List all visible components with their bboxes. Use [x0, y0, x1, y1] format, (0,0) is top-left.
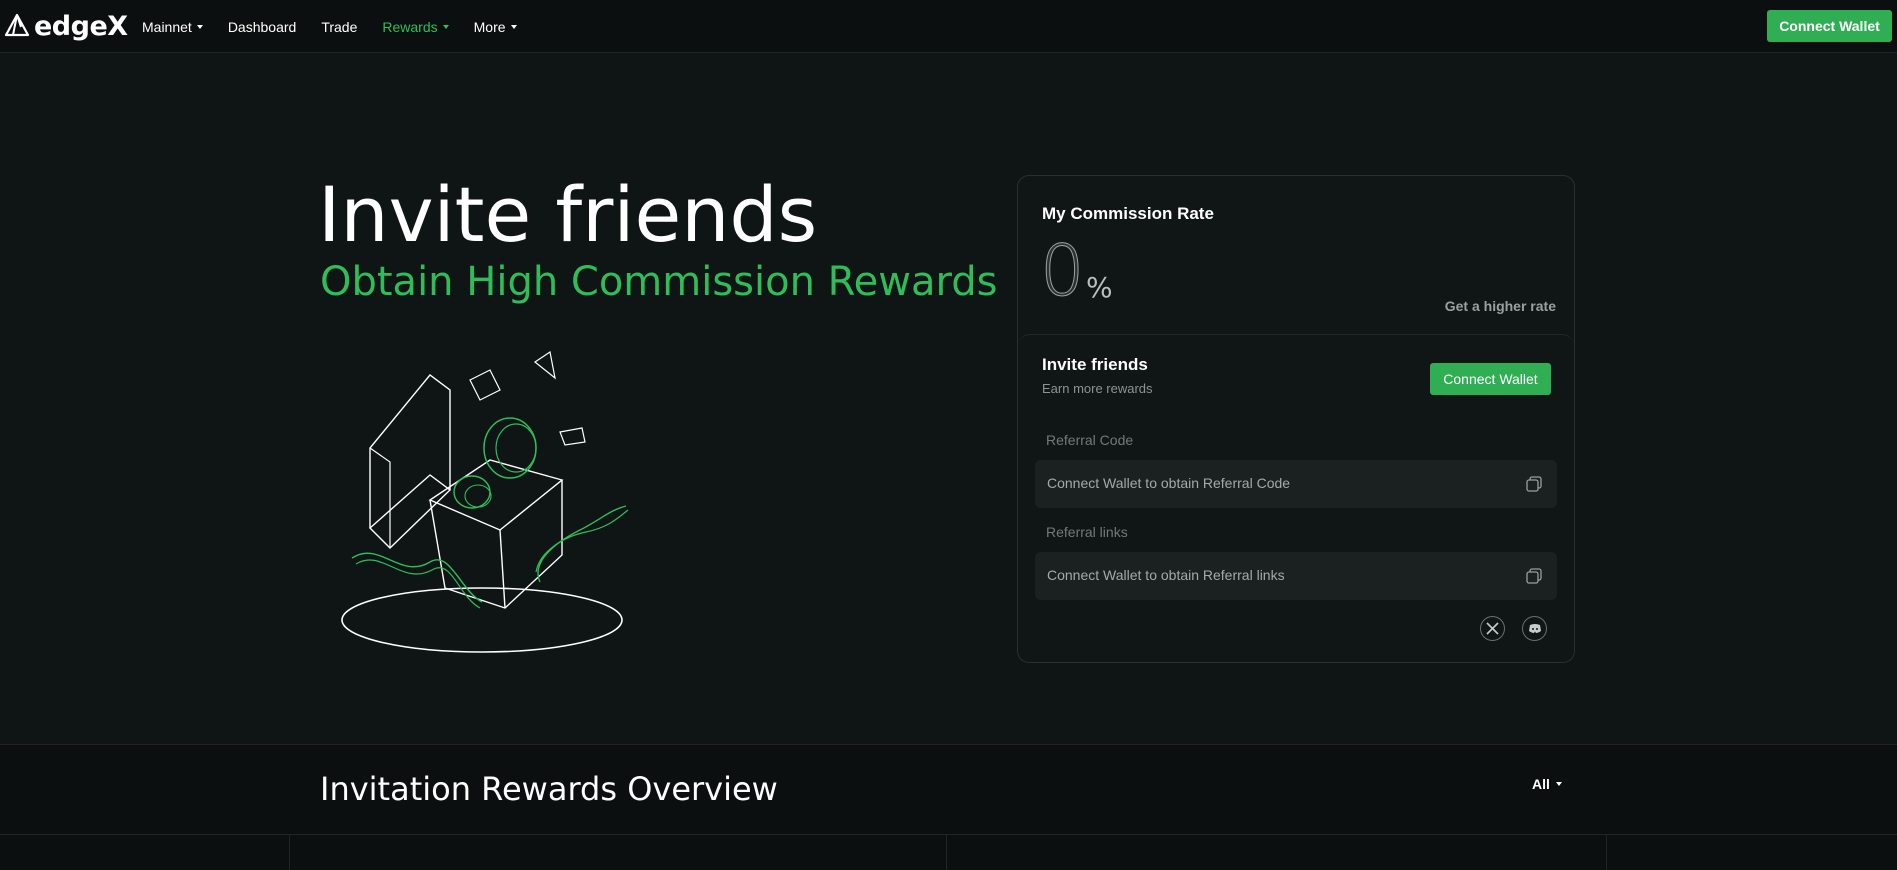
- edgex-logo-icon: [4, 13, 30, 37]
- overview-filter-label: All: [1532, 776, 1550, 792]
- overview-column-divider: [1606, 834, 1607, 870]
- referral-code-label: Referral Code: [1046, 432, 1134, 448]
- copy-icon[interactable]: [1525, 475, 1543, 493]
- chevron-down-icon: [1555, 782, 1562, 786]
- commission-rate-value: 0: [1040, 230, 1086, 312]
- referral-links-label: Referral links: [1046, 524, 1128, 540]
- referral-code-value: Connect Wallet to obtain Referral Code: [1047, 475, 1291, 491]
- x-icon[interactable]: [1480, 616, 1505, 641]
- invite-subtitle: Earn more rewards: [1042, 381, 1153, 396]
- overview-title: Invitation Rewards Overview: [320, 770, 778, 808]
- discord-logo-glyph: [1528, 624, 1541, 633]
- nav-mainnet-label: Mainnet: [142, 18, 192, 35]
- commission-rate-panel: My Commission Rate 0 % Get a higher rate: [1018, 176, 1574, 336]
- referral-links-field: Connect Wallet to obtain Referral links: [1035, 552, 1557, 600]
- overview-row-divider: [0, 834, 1897, 835]
- x-logo-glyph: [1486, 622, 1499, 635]
- invite-panel: Invite friends Earn more rewards Connect…: [1018, 334, 1574, 662]
- nav-dashboard[interactable]: Dashboard: [228, 19, 297, 35]
- logo-text: edgeX: [34, 10, 128, 42]
- nav-rewards-label: Rewards: [382, 18, 438, 35]
- hero-title: Invite friends: [318, 170, 818, 259]
- overview-filter-dropdown[interactable]: All: [1532, 776, 1562, 792]
- invite-connect-wallet-button[interactable]: Connect Wallet: [1430, 363, 1551, 395]
- nav-more[interactable]: More: [474, 19, 517, 35]
- commission-rate-unit: %: [1086, 271, 1113, 304]
- referral-links-value: Connect Wallet to obtain Referral links: [1047, 567, 1285, 583]
- nav-mainnet[interactable]: Mainnet: [142, 19, 203, 35]
- copy-icon[interactable]: [1525, 567, 1543, 585]
- overview-column-divider: [946, 834, 947, 870]
- chevron-down-icon: [442, 24, 449, 29]
- edgex-logo[interactable]: edgeX: [4, 10, 128, 42]
- chevron-down-icon: [196, 24, 203, 29]
- chevron-down-icon: [510, 24, 517, 29]
- nav-more-label: More: [473, 18, 506, 35]
- commission-rate-title: My Commission Rate: [1042, 204, 1214, 223]
- commission-card: My Commission Rate 0 % Get a higher rate…: [1017, 175, 1575, 663]
- nav-trade-label: Trade: [321, 18, 358, 35]
- nav-dashboard-label: Dashboard: [227, 18, 297, 35]
- overview-section: [0, 745, 1897, 870]
- hero-subtitle: Obtain High Commission Rewards: [320, 259, 998, 305]
- gift-box-illustration: [341, 350, 629, 653]
- invite-title: Invite friends: [1042, 355, 1148, 374]
- main-nav: Mainnet Dashboard Trade Rewards More: [142, 0, 517, 53]
- get-higher-rate-link[interactable]: Get a higher rate: [1445, 298, 1556, 314]
- nav-rewards[interactable]: Rewards: [382, 18, 449, 35]
- overview-column-divider: [289, 834, 290, 870]
- discord-icon[interactable]: [1522, 616, 1547, 641]
- top-navigation-bar: edgeX Mainnet Dashboard Trade Rewards Mo…: [0, 0, 1897, 53]
- referral-code-field: Connect Wallet to obtain Referral Code: [1035, 460, 1557, 508]
- connect-wallet-button[interactable]: Connect Wallet: [1767, 10, 1892, 42]
- nav-trade[interactable]: Trade: [321, 19, 357, 35]
